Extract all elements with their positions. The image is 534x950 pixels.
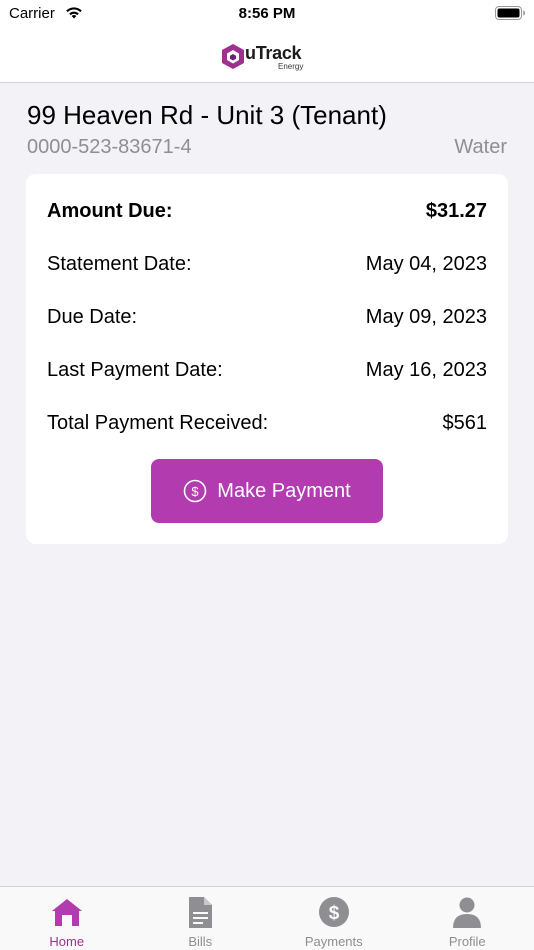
status-time: 8:56 PM <box>238 5 296 22</box>
cube-logo-icon <box>222 44 244 69</box>
total-received-row: Total Payment Received: $561 <box>47 410 487 436</box>
total-received-label: Total Payment Received: <box>47 411 269 434</box>
svg-text:$: $ <box>328 903 339 924</box>
tab-bills-label: Bills <box>188 934 213 949</box>
bill-summary-card: Amount Due: $31.27 Statement Date: May 0… <box>26 174 508 544</box>
last-payment-label: Last Payment Date: <box>47 358 223 381</box>
account-title: 99 Heaven Rd - Unit 3 (Tenant) <box>27 100 387 130</box>
tab-payments[interactable]: $ Payments <box>267 887 401 950</box>
utrack-logo: uTrack Energy <box>220 42 320 72</box>
tab-home[interactable]: Home <box>0 887 134 950</box>
statement-date-label: Statement Date: <box>47 252 192 275</box>
dollar-circle-icon: $ <box>183 479 207 503</box>
status-bar: Carrier 8:56 PM <box>0 0 534 28</box>
total-received-value: $561 <box>442 411 488 434</box>
due-date-row: Due Date: May 09, 2023 <box>47 304 487 330</box>
svg-text:$: $ <box>192 484 200 499</box>
person-icon <box>453 897 482 928</box>
make-payment-label: Make Payment <box>217 479 351 502</box>
logo-subtitle: Energy <box>278 62 304 71</box>
statement-date-row: Statement Date: May 04, 2023 <box>47 251 487 277</box>
amount-due-value: $31.27 <box>425 199 487 222</box>
make-payment-button[interactable]: $ Make Payment <box>151 459 383 523</box>
tab-profile[interactable]: Profile <box>401 887 534 950</box>
tab-bills[interactable]: Bills <box>134 887 268 950</box>
logo-wordmark: uTrack <box>245 43 302 63</box>
document-icon <box>189 897 213 928</box>
due-date-label: Due Date: <box>47 305 138 328</box>
statement-date-value: May 04, 2023 <box>365 252 487 275</box>
last-payment-row: Last Payment Date: May 16, 2023 <box>47 357 487 383</box>
account-number: 0000-523-83671-4 <box>27 136 192 158</box>
battery-icon <box>495 6 525 20</box>
tab-payments-label: Payments <box>304 934 363 949</box>
tab-profile-label: Profile <box>448 934 486 949</box>
utility-type: Water <box>454 136 507 158</box>
tab-bar: Home Bills $ Payments Profile <box>0 886 534 950</box>
due-date-value: May 09, 2023 <box>365 305 487 328</box>
tab-home-label: Home <box>49 934 85 949</box>
nav-bar: uTrack Energy <box>0 28 534 83</box>
home-icon <box>51 899 82 926</box>
dollar-circle-icon: $ <box>318 897 349 927</box>
last-payment-value: May 16, 2023 <box>365 358 487 381</box>
amount-due-label: Amount Due: <box>47 199 173 222</box>
amount-due-row: Amount Due: $31.27 <box>47 198 487 224</box>
